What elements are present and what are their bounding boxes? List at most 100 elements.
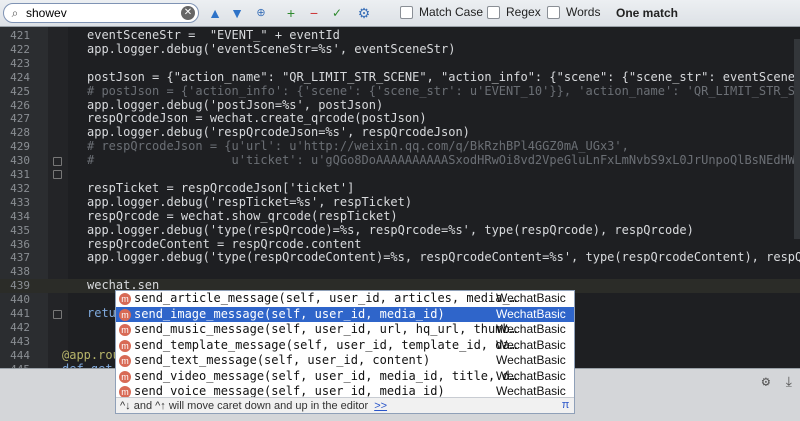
regex-option[interactable]: Regex [487, 5, 541, 19]
match-case-option[interactable]: Match Case [400, 5, 483, 19]
code-line[interactable]: 431 [0, 168, 800, 182]
match-case-label: Match Case [419, 5, 484, 19]
fold-marker-icon[interactable] [53, 157, 62, 166]
completion-owner: WechatBasic [496, 306, 566, 321]
completion-item[interactable]: m send_text_message(self, user_id, conten… [116, 353, 574, 369]
editor-scrollbar[interactable] [794, 39, 800, 239]
remove-occurrence-icon[interactable]: − [304, 4, 324, 22]
completion-owner: WechatBasic [496, 368, 566, 383]
code-text: app.logger.debug('respQrcodeJson=%s', re… [87, 125, 470, 140]
line-number: 428 [10, 126, 30, 140]
code-line[interactable]: 437 app.logger.debug('type(respQrcodeCont… [0, 250, 800, 265]
code-text: respQrcodeJson = wechat.create_qrcode(po… [87, 111, 427, 126]
line-number: 440 [10, 293, 30, 307]
code-line[interactable]: 438 [0, 265, 800, 279]
search-input[interactable] [26, 6, 166, 20]
line-number: 444 [10, 348, 30, 362]
find-toolbar: ⌕ ✕ ▲ ▼ ⊕ + − ✓ ⚙ Match Case Regex Words… [0, 0, 800, 27]
code-line[interactable]: 436 respQrcodeContent = respQrcode.conten… [0, 236, 800, 252]
next-occurrence-icon[interactable]: ▼ [227, 4, 247, 22]
add-occurrence-icon[interactable]: + [281, 4, 301, 22]
regex-checkbox[interactable] [487, 5, 500, 19]
completion-signature: send_music_message(self, user_id, url, h… [134, 322, 517, 338]
completion-prefix: sen [134, 353, 156, 367]
match-case-checkbox[interactable] [400, 5, 413, 19]
gear-icon[interactable]: ⚙ [762, 374, 770, 390]
words-label: Words [566, 5, 601, 19]
code-line[interactable]: 421 eventSceneStr = "EVENT_" + eventId [0, 28, 800, 43]
code-line[interactable]: 434 respQrcode = wechat.show_qrcode(respT… [0, 208, 800, 224]
completion-hint-link[interactable]: >> [374, 400, 387, 412]
completion-hint-text: ^↓ and ^↑ will move caret down and up in… [120, 400, 369, 412]
completion-signature: send_image_message(self, user_id, media_… [134, 307, 445, 323]
code-text: app.logger.debug('type(respQrcode)=%s, r… [87, 222, 694, 237]
method-icon: m [119, 355, 131, 367]
line-number: 431 [10, 168, 30, 181]
code-text: respTicket = respQrcodeJson['ticket'] [87, 180, 355, 195]
fold-marker-icon[interactable] [53, 170, 62, 179]
completion-rest: d_video_message(self, user_id, media_id,… [155, 368, 517, 383]
completion-owner: WechatBasic [496, 337, 566, 352]
completion-prefix: sen [134, 368, 156, 383]
line-number: 423 [10, 56, 30, 70]
words-checkbox[interactable] [547, 5, 560, 19]
line-number: 442 [10, 320, 30, 334]
method-icon: m [119, 308, 131, 321]
completion-item[interactable]: m send_video_message(self, user_id, media… [116, 369, 574, 385]
code-line[interactable]: 432 respTicket = respQrcodeJson['ticket'] [0, 180, 800, 196]
line-number: 441 [10, 307, 30, 320]
code-text: retu [87, 306, 116, 320]
completion-item[interactable]: m send_template_message(self, user_id, te… [116, 338, 574, 354]
code-text: app.logger.debug('eventSceneStr=%s', eve… [87, 41, 456, 56]
completion-item[interactable]: m send_image_message(self, user_id, media… [116, 306, 574, 323]
code-text: app.logger.debug('postJson=%s', postJson… [87, 97, 384, 112]
code-text: app.logger.debug('respTicket=%s', respTi… [87, 194, 413, 209]
code-line[interactable]: 427 respQrcodeJson = wechat.create_qrcode… [0, 111, 800, 126]
completion-rest: d_text_message(self, user_id, content) [155, 353, 431, 367]
line-number: 427 [10, 112, 30, 126]
code-line[interactable]: 430 # u'ticket': u'gQGo8DoAAAAAAAAAASxodH… [0, 153, 800, 168]
completion-owner: WechatBasic [496, 322, 566, 336]
completion-prefix: sen [134, 322, 156, 336]
previous-occurrence-icon[interactable]: ▲ [205, 4, 225, 22]
code-line[interactable]: 423 [0, 57, 800, 71]
completion-rest: d_image_message(self, user_id, media_id) [155, 306, 445, 321]
code-line[interactable]: 422 app.logger.debug('eventSceneStr=%s', … [0, 41, 800, 57]
completion-rest: d_voice_message(self, user_id, media_id) [155, 384, 445, 398]
code-line[interactable]: 428 app.logger.debug('respQrcodeJson=%s',… [0, 125, 800, 140]
pi-icon[interactable]: π [559, 399, 572, 412]
line-number: 433 [10, 195, 30, 209]
select-all-occurrences-icon[interactable]: ⊕ [251, 4, 271, 22]
completion-item[interactable]: m send_music_message(self, user_id, url, … [116, 322, 574, 338]
completion-popup: m send_article_message(self, user_id, art… [115, 290, 575, 414]
code-line[interactable]: 435 app.logger.debug('type(respQrcode)=%s… [0, 222, 800, 238]
completion-signature: send_article_message(self, user_id, arti… [134, 291, 517, 307]
clear-search-icon[interactable]: ✕ [181, 6, 195, 20]
code-text: postJson = {"action_name": "QR_LIMIT_STR… [87, 69, 800, 84]
code-text: respQrcodeContent = respQrcode.content [87, 236, 362, 251]
search-icon[interactable]: ⌕ [4, 6, 26, 21]
code-line[interactable]: 433 app.logger.debug('respTicket=%s', res… [0, 194, 800, 210]
code-line[interactable]: 426 app.logger.debug('postJson=%s', postJ… [0, 97, 800, 113]
hide-panel-icon[interactable]: ⤓ [786, 374, 792, 390]
code-line[interactable]: 425 # postJson = {'action_info': {'scene'… [0, 83, 800, 99]
completion-signature: send_template_message(self, user_id, tem… [134, 338, 517, 354]
method-icon: m [119, 324, 131, 336]
code-line[interactable]: 429 # respQrcodeJson = {u'url': u'http://… [0, 139, 800, 154]
words-option[interactable]: Words [547, 5, 600, 19]
line-number: 424 [10, 70, 30, 84]
line-number: 439 [10, 279, 30, 293]
completion-item[interactable]: m send_article_message(self, user_id, art… [116, 291, 574, 307]
completion-rest: d_template_message(self, user_id, templa… [155, 337, 517, 352]
code-text: # postJson = {'action_info': {'scene': {… [87, 83, 800, 98]
completion-rest: d_article_message(self, user_id, article… [155, 291, 517, 305]
code-line[interactable]: 424 postJson = {"action_name": "QR_LIMIT_… [0, 69, 800, 85]
fold-marker-icon[interactable] [53, 310, 62, 319]
code-text: respQrcode = wechat.show_qrcode(respTick… [87, 208, 398, 223]
search-box[interactable]: ⌕ ✕ [3, 3, 199, 23]
line-number: 429 [10, 140, 30, 154]
line-number: 421 [10, 29, 30, 42]
line-number: 443 [10, 334, 30, 348]
filter-settings-icon[interactable]: ⚙ [354, 4, 374, 22]
select-all-icon[interactable]: ✓ [327, 4, 347, 22]
